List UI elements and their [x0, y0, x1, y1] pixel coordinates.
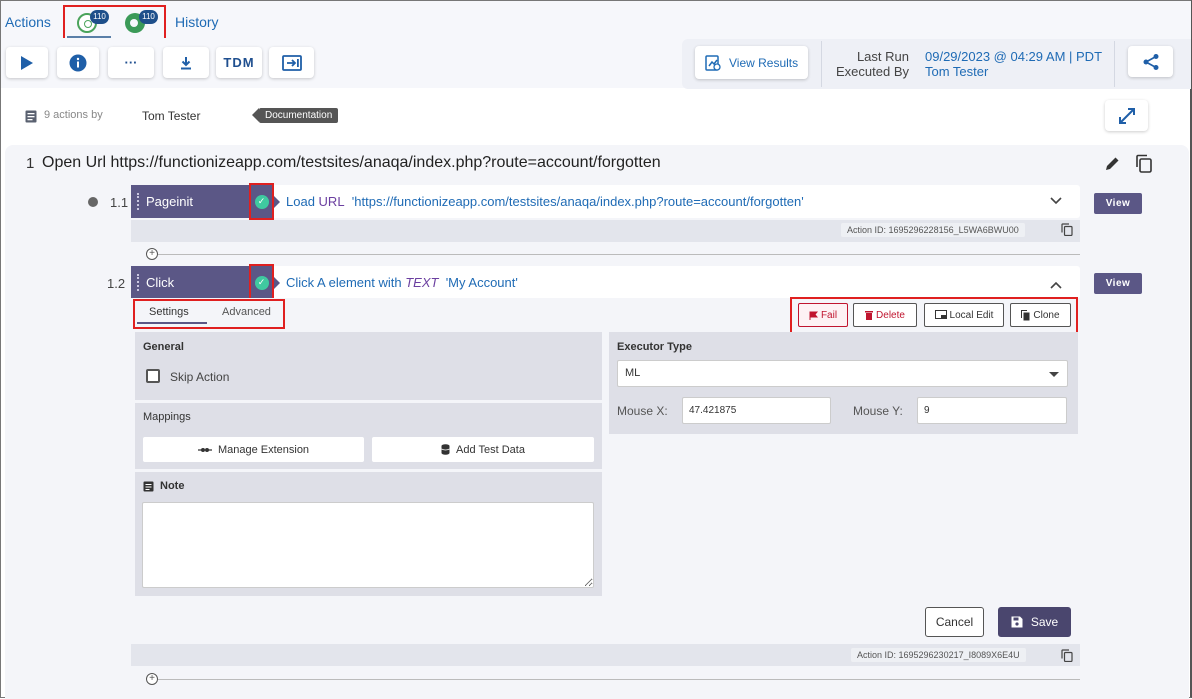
executor-type-title: Executor Type: [617, 341, 692, 353]
add-action-divider: +: [146, 673, 1080, 685]
copy-icon[interactable]: [1135, 154, 1153, 173]
local-edit-icon: [934, 310, 947, 319]
action-type-label: Pageinit: [131, 185, 249, 218]
view-results-label: View Results: [729, 55, 799, 70]
clone-button[interactable]: Clone: [1010, 303, 1071, 327]
action-description: Click A element with TEXT 'My Account': [286, 275, 518, 290]
download-button[interactable]: [163, 47, 209, 78]
tab-actions[interactable]: Actions: [5, 14, 51, 30]
step-title: Open Url https://functionizeapp.com/test…: [42, 154, 661, 171]
more-button[interactable]: ···: [108, 47, 154, 78]
divider: [821, 41, 822, 87]
check-icon: ✓: [254, 275, 269, 290]
chevron-down-icon[interactable]: [1050, 193, 1062, 208]
last-run-value: 09/29/2023 @ 04:29 AM | PDT: [925, 49, 1103, 64]
caret-down-icon: [1049, 372, 1059, 377]
executed-by-value[interactable]: Tom Tester: [925, 64, 988, 79]
database-icon: [441, 444, 450, 455]
note-textarea[interactable]: [142, 502, 594, 588]
mouse-y-label: Mouse Y:: [853, 404, 903, 418]
expand-button[interactable]: [1105, 100, 1148, 131]
tab-history[interactable]: History: [175, 14, 219, 30]
documentation-tag[interactable]: Documentation: [251, 108, 339, 123]
active-subtab-underline: [137, 322, 207, 324]
mouse-x-label: Mouse X:: [617, 404, 668, 418]
tab-advanced[interactable]: Advanced: [222, 306, 271, 318]
share-icon: [1143, 53, 1158, 70]
save-button[interactable]: Save: [998, 607, 1071, 637]
save-icon: [1011, 616, 1023, 628]
chrome-version-badge: 110: [90, 10, 109, 24]
action-id: Action ID: 1695296230217_I8089X6E4U: [851, 648, 1026, 662]
action-type-label: Click: [131, 266, 249, 299]
copy-icon[interactable]: [1061, 649, 1073, 662]
arrow-indicator: [274, 196, 280, 208]
actions-author: Tom Tester: [142, 109, 201, 123]
action-number: 1.2: [107, 276, 126, 291]
cancel-button[interactable]: Cancel: [925, 607, 984, 637]
check-icon: ✓: [254, 194, 269, 209]
view-results-button[interactable]: View Results: [695, 46, 808, 79]
local-edit-button[interactable]: Local Edit: [924, 303, 1004, 327]
mappings-title: Mappings: [143, 411, 191, 423]
skip-action-label: Skip Action: [170, 370, 230, 384]
action-id: Action ID: 1695296228156_L5WA6BWU00: [841, 223, 1025, 237]
play-button[interactable]: [6, 47, 48, 78]
actions-count: 9 actions by: [44, 109, 103, 121]
info-button[interactable]: [57, 47, 99, 78]
info-icon: [69, 54, 87, 71]
general-title: General: [143, 341, 184, 353]
general-panel: [135, 332, 602, 400]
delete-button[interactable]: Delete: [853, 303, 917, 327]
view-button[interactable]: View: [1094, 273, 1142, 294]
clone-icon: [1021, 309, 1030, 320]
status-check-highlight: ✓: [249, 183, 274, 220]
extension-icon: [197, 447, 212, 452]
manage-extension-button[interactable]: Manage Extension: [143, 437, 364, 462]
export-button[interactable]: [269, 47, 314, 78]
play-icon: [21, 55, 33, 70]
flag-icon: [809, 311, 818, 320]
action-description: Load URL 'https://functionizeapp.com/tes…: [286, 194, 804, 209]
app-frame: Actions 110 110 History ··· TDM View Res…: [0, 0, 1192, 699]
trash-icon: [865, 311, 874, 320]
view-button[interactable]: View: [1094, 193, 1142, 214]
breakpoint-dot[interactable]: [88, 197, 98, 207]
tdm-button[interactable]: TDM: [216, 47, 262, 78]
add-action-divider: +: [146, 248, 1080, 260]
last-run-label: Last Run: [856, 49, 909, 64]
status-check-highlight: ✓: [249, 264, 274, 301]
executor-type-select[interactable]: ML: [617, 360, 1068, 387]
add-action-icon[interactable]: +: [146, 673, 158, 685]
arrow-indicator: [274, 277, 280, 289]
exit-icon: [281, 54, 302, 71]
executed-by-label: Executed By: [836, 64, 909, 79]
chevron-up-icon[interactable]: [1050, 277, 1062, 292]
download-icon: [181, 56, 191, 69]
add-action-icon[interactable]: +: [146, 248, 158, 260]
mouse-x-input[interactable]: 47.421875: [682, 397, 831, 424]
copy-icon[interactable]: [1061, 223, 1073, 236]
note-icon: [143, 481, 154, 492]
action-number: 1.1: [110, 195, 129, 210]
add-test-data-button[interactable]: Add Test Data: [372, 437, 594, 462]
share-button[interactable]: [1128, 46, 1173, 77]
edge-version-badge: 110: [139, 10, 158, 24]
expand-icon: [1118, 107, 1135, 124]
skip-action-checkbox[interactable]: [146, 369, 160, 383]
tab-settings[interactable]: Settings: [149, 306, 189, 318]
list-icon: [25, 110, 37, 123]
mouse-y-input[interactable]: 9: [917, 397, 1067, 424]
divider: [1114, 41, 1115, 87]
pencil-icon[interactable]: [1104, 155, 1121, 172]
fail-button[interactable]: Fail: [798, 303, 848, 327]
results-icon: [705, 54, 721, 71]
note-title: Note: [160, 480, 185, 492]
step-number: 1: [26, 155, 35, 172]
